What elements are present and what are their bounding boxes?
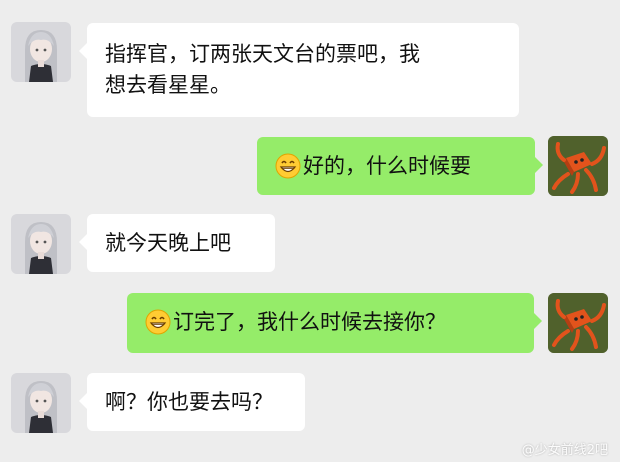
octopus-avatar[interactable] [548, 136, 608, 196]
message-bubble-incoming[interactable]: 就今天晚上吧 [79, 214, 275, 272]
message-bubble-incoming[interactable]: 指挥官，订两张天文台的票吧，我 想去看星星。 [79, 23, 519, 117]
message-text-line: 指挥官，订两张天文台的票吧，我 [105, 42, 420, 66]
girl-avatar[interactable] [11, 22, 71, 82]
girl-avatar[interactable] [11, 214, 71, 274]
chat-window: 指挥官，订两张天文台的票吧，我 想去看星星。 好的，什么时候要 就今天晚上吧 订… [0, 0, 620, 462]
message-text: 啊？你也要去吗？ [105, 390, 273, 414]
message-text: 订完了，我什么时候去接你？ [173, 310, 446, 334]
message-text-line: 想去看星星。 [105, 73, 231, 97]
message-bubble-outgoing[interactable]: 订完了，我什么时候去接你？ [127, 293, 542, 353]
watermark-text: @少女前线2吧 [521, 443, 608, 458]
octopus-avatar[interactable] [548, 293, 608, 353]
message-text: 好的，什么时候要 [303, 154, 471, 178]
girl-avatar[interactable] [11, 373, 71, 433]
message-text: 就今天晚上吧 [105, 231, 231, 255]
grinning-face-emoji [145, 309, 171, 335]
message-bubble-outgoing[interactable]: 好的，什么时候要 [257, 137, 543, 195]
message-bubble-incoming[interactable]: 啊？你也要去吗？ [79, 373, 305, 431]
grinning-face-emoji [275, 153, 301, 179]
